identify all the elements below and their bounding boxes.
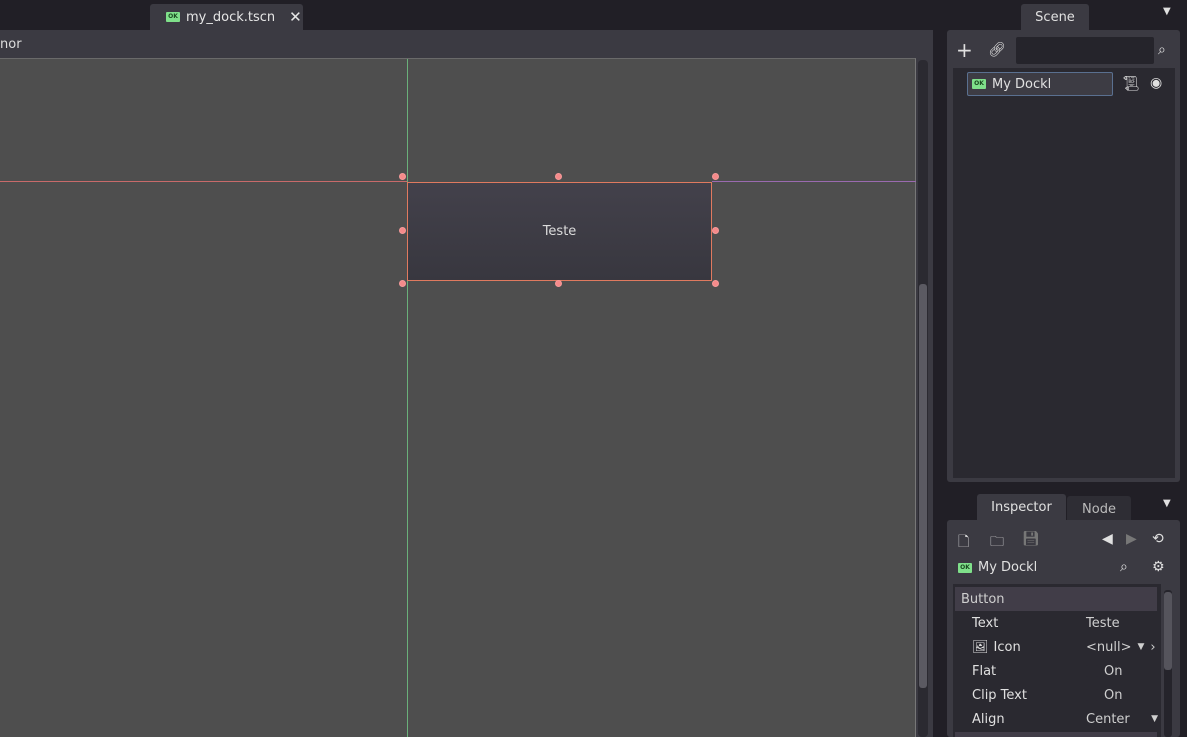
resize-handle[interactable] xyxy=(399,173,406,180)
tab-scene[interactable]: Scene xyxy=(1021,4,1089,30)
scene-tab[interactable]: OK my_dock.tscn ✕ xyxy=(150,4,303,30)
inspected-node-name: My Dockl xyxy=(978,560,1038,575)
dropdown-icon[interactable]: ▼ xyxy=(1138,642,1145,652)
checkbox-label: On xyxy=(1104,687,1123,703)
scrollbar-thumb[interactable] xyxy=(1164,592,1172,670)
node-name: My Dockl xyxy=(992,76,1052,92)
checkbox[interactable] xyxy=(1086,689,1098,701)
control-node-icon: OK xyxy=(958,562,972,573)
visibility-eye-icon[interactable]: ◉ xyxy=(1150,75,1162,91)
canvas-viewport[interactable] xyxy=(0,58,916,737)
button-text: Teste xyxy=(542,224,577,239)
open-folder-icon[interactable]: 🗀︎ xyxy=(990,531,1004,555)
save-icon[interactable]: 💾︎ xyxy=(1022,531,1040,547)
scene-tab-label: my_dock.tscn xyxy=(186,9,276,25)
property-name: Text xyxy=(972,615,999,631)
tab-scene-label: Scene xyxy=(1035,9,1075,25)
property-value[interactable]: Teste xyxy=(1086,616,1120,631)
script-icon[interactable]: 📜︎ xyxy=(1122,76,1140,92)
guide-line-green xyxy=(407,59,408,737)
property-name: Icon xyxy=(993,639,1021,655)
scene-tree xyxy=(953,68,1175,478)
resize-handle[interactable] xyxy=(712,280,719,287)
search-icon[interactable]: ⌕ xyxy=(1120,559,1128,575)
checkbox-label: On xyxy=(1104,663,1123,679)
property-text[interactable]: Text Teste xyxy=(955,611,1157,635)
search-icon: ⌕ xyxy=(1158,42,1166,58)
tab-inspector[interactable]: Inspector xyxy=(977,494,1066,520)
editor-header-text: nor xyxy=(0,37,22,52)
property-flat[interactable]: Flat On xyxy=(955,659,1157,683)
chevron-right-icon[interactable]: › xyxy=(1150,640,1155,655)
section-button[interactable]: Button xyxy=(955,587,1157,611)
section-label: Button xyxy=(961,591,1005,607)
resize-handle[interactable] xyxy=(399,280,406,287)
resize-handle[interactable] xyxy=(555,173,562,180)
resize-handle[interactable] xyxy=(555,280,562,287)
resize-handle[interactable] xyxy=(712,227,719,234)
property-clip-text[interactable]: Clip Text On xyxy=(955,683,1157,707)
property-value[interactable]: <null> xyxy=(1086,640,1132,655)
forward-icon[interactable]: ▶ xyxy=(1126,531,1137,547)
next-section xyxy=(955,732,1157,737)
scene-file-icon: OK xyxy=(166,12,180,22)
new-resource-icon[interactable]: 🗋︎ xyxy=(958,531,969,555)
property-align[interactable]: Align Center ▼ xyxy=(955,707,1158,731)
history-icon[interactable]: ⟲ xyxy=(1152,531,1164,547)
selected-button-node[interactable]: Teste xyxy=(407,182,712,281)
tab-inspector-label: Inspector xyxy=(991,499,1052,515)
checkbox[interactable] xyxy=(1086,665,1098,677)
property-name: Align xyxy=(972,711,1005,727)
scene-filter-input[interactable] xyxy=(1016,37,1154,64)
dropdown-icon[interactable]: ▼ xyxy=(1151,714,1158,724)
property-name: Flat xyxy=(972,663,997,679)
close-icon[interactable]: ✕ xyxy=(289,8,302,26)
property-value[interactable]: Center xyxy=(1086,712,1130,727)
gear-icon[interactable]: ⚙ xyxy=(1152,559,1165,575)
add-node-icon[interactable]: + xyxy=(956,40,973,60)
property-name: Clip Text xyxy=(972,687,1027,703)
tree-item-my-dock[interactable]: OK My Dockl xyxy=(967,72,1113,96)
tab-node[interactable]: Node xyxy=(1067,496,1131,522)
resize-handle[interactable] xyxy=(712,173,719,180)
dock-menu-icon[interactable]: ▼ xyxy=(1163,6,1171,17)
back-icon[interactable]: ◀ xyxy=(1102,531,1113,547)
guide-line-purple xyxy=(712,181,916,182)
resize-handle[interactable] xyxy=(399,227,406,234)
guide-line-red xyxy=(0,181,407,182)
tab-node-label: Node xyxy=(1082,501,1116,517)
inspector-scrollbar[interactable] xyxy=(1164,590,1172,737)
property-icon[interactable]: 🖼︎ Icon <null> ▼ › xyxy=(955,635,1157,659)
control-node-icon: OK xyxy=(972,79,986,89)
dock-menu-icon[interactable]: ▼ xyxy=(1163,498,1171,509)
link-icon[interactable]: 🔗︎ xyxy=(988,42,1006,58)
inspected-node: OK My Dockl xyxy=(958,560,1037,575)
image-icon: 🖼︎ xyxy=(972,639,989,655)
scrollbar-thumb[interactable] xyxy=(919,284,927,688)
